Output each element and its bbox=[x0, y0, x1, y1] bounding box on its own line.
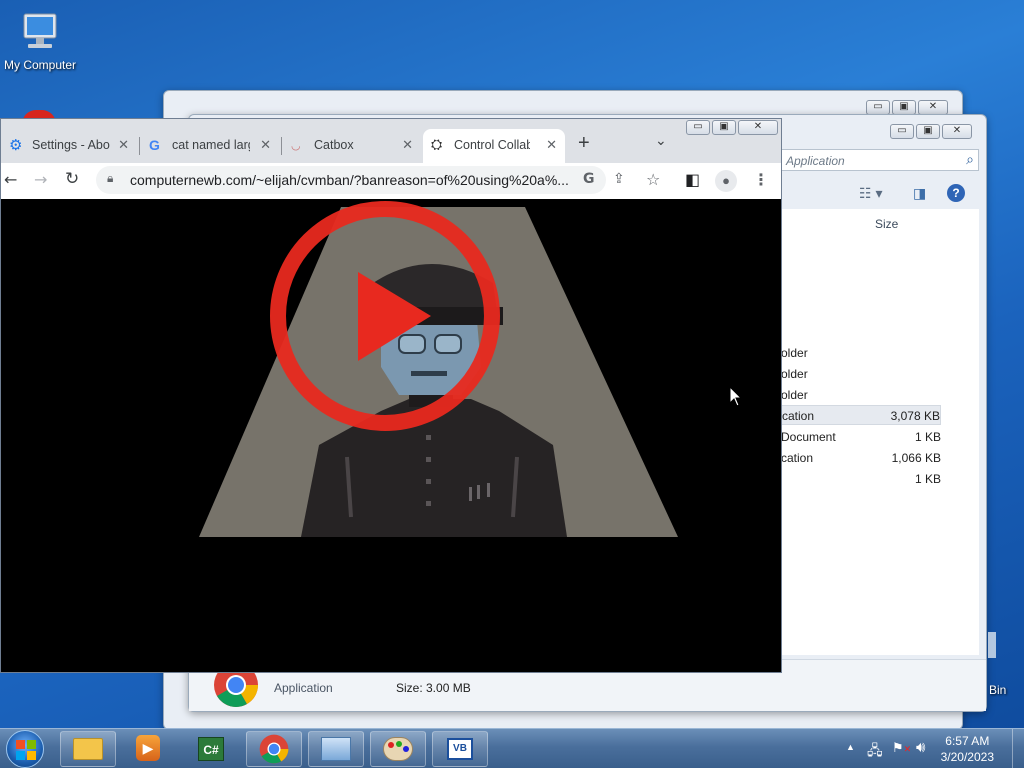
show-desktop-button[interactable] bbox=[1012, 729, 1024, 768]
tab-control-collab[interactable]: ⛭ Control Collab ✕ bbox=[423, 129, 565, 163]
visual-basic-icon: VB bbox=[447, 738, 473, 760]
minimize-button[interactable]: ▭ bbox=[890, 124, 914, 139]
minimize-button[interactable]: ▭ bbox=[866, 100, 890, 115]
explorer-toolbar: ☷ ▾ ◨ ? bbox=[781, 181, 979, 207]
forward-icon[interactable]: → bbox=[34, 170, 47, 189]
computer-icon bbox=[23, 13, 57, 48]
folder-icon bbox=[73, 738, 103, 760]
browser-toolbar: ← → ↻ 🔒︎ computernewb.com/~elijah/cvmban… bbox=[1, 163, 781, 199]
tab-search-icon[interactable]: ⌄ bbox=[655, 133, 667, 149]
action-center-icon[interactable]: ⚑✕ bbox=[892, 740, 911, 756]
recycle-bin-label: Bin bbox=[989, 683, 1007, 697]
url-text: computernewb.com/~elijah/cvmban/?banreas… bbox=[130, 172, 569, 188]
side-panel-icon[interactable]: ◧ bbox=[685, 170, 700, 189]
bookmark-star-icon[interactable]: ☆ bbox=[646, 170, 660, 189]
file-row[interactable]: older bbox=[781, 364, 941, 384]
paint-palette-icon bbox=[383, 737, 413, 761]
mouse-cursor-icon bbox=[729, 386, 743, 407]
windows-logo-icon bbox=[16, 740, 36, 760]
lock-icon: 🔒︎ bbox=[107, 171, 114, 185]
close-button[interactable]: ✕ bbox=[918, 100, 948, 115]
help-icon[interactable]: ? bbox=[947, 184, 965, 202]
file-list: Size older older older cation 3,078 KB Do… bbox=[781, 209, 979, 655]
share-icon[interactable]: ⇪ bbox=[613, 171, 625, 187]
taskbar: ▶ C# VB ▲ 🖧︎ ⚑✕ 🔊︎ 6:57 AM 3/20/2023 bbox=[0, 728, 1024, 768]
tab-strip: ⚙ Settings - Abo ✕ G cat named larg ✕ ◡ … bbox=[1, 119, 781, 163]
preview-pane-icon[interactable]: ◨ bbox=[913, 185, 926, 202]
tab-google-search[interactable]: G cat named larg ✕ bbox=[141, 129, 279, 163]
file-row[interactable]: cation 1,066 KB bbox=[781, 448, 941, 468]
close-tab-button[interactable]: ✕ bbox=[546, 137, 557, 153]
csharp-icon: C# bbox=[198, 737, 224, 761]
catbox-icon: ◡ bbox=[291, 140, 301, 152]
video-thumbnail[interactable] bbox=[1, 199, 781, 673]
taskbar-control-panel-button[interactable] bbox=[308, 731, 364, 767]
taskbar-explorer-button[interactable] bbox=[60, 731, 116, 767]
maximize-button[interactable]: ▣ bbox=[892, 100, 916, 115]
tab-settings[interactable]: ⚙ Settings - Abo ✕ bbox=[1, 129, 137, 163]
file-row[interactable]: cation 3,078 KB bbox=[781, 405, 941, 425]
clock-date: 3/20/2023 bbox=[940, 750, 994, 764]
address-bar[interactable]: 🔒︎ computernewb.com/~elijah/cvmban/?banr… bbox=[96, 166, 606, 194]
network-icon[interactable]: 🖧︎ bbox=[867, 740, 883, 764]
taskbar-csharp-button[interactable]: C# bbox=[190, 733, 230, 765]
view-options-icon[interactable]: ☷ ▾ bbox=[859, 185, 882, 202]
page-content[interactable] bbox=[1, 199, 781, 673]
taskbar-chrome-button[interactable] bbox=[246, 731, 302, 767]
menu-icon[interactable]: ⋮ bbox=[753, 170, 769, 189]
reload-icon[interactable]: ↻ bbox=[65, 169, 79, 189]
google-lens-icon[interactable]: G bbox=[583, 171, 595, 187]
taskbar-paint-button[interactable] bbox=[370, 731, 426, 767]
taskbar-media-player-button[interactable]: ▶ bbox=[130, 733, 166, 765]
profile-avatar-icon[interactable]: ● bbox=[715, 170, 737, 192]
start-button[interactable] bbox=[6, 730, 44, 768]
search-box[interactable]: Application ⌕ bbox=[781, 149, 979, 171]
search-placeholder: Application bbox=[786, 154, 845, 168]
chrome-window[interactable]: ⚙ Settings - Abo ✕ G cat named larg ✕ ◡ … bbox=[0, 118, 782, 673]
media-player-icon: ▶ bbox=[136, 735, 160, 761]
new-tab-button[interactable]: + bbox=[578, 132, 590, 155]
show-hidden-icons-icon[interactable]: ▲ bbox=[846, 742, 855, 752]
control-panel-icon bbox=[321, 737, 351, 761]
close-tab-button[interactable]: ✕ bbox=[402, 137, 413, 153]
tab-catbox[interactable]: ◡ Catbox ✕ bbox=[283, 129, 421, 163]
tab-separator bbox=[281, 137, 282, 155]
close-tab-button[interactable]: ✕ bbox=[118, 137, 129, 153]
file-row[interactable]: older bbox=[781, 343, 941, 363]
clock-time: 6:57 AM bbox=[945, 734, 990, 748]
maximize-button[interactable]: ▣ bbox=[712, 120, 736, 135]
minimize-button[interactable]: ▭ bbox=[686, 120, 710, 135]
volume-icon[interactable]: 🔊︎ bbox=[916, 739, 925, 756]
tab-separator bbox=[139, 137, 140, 155]
close-button[interactable]: ✕ bbox=[738, 120, 778, 135]
recycle-bin-desktop-icon[interactable]: Bin bbox=[988, 632, 1024, 702]
close-tab-button[interactable]: ✕ bbox=[260, 137, 271, 153]
clock[interactable]: 6:57 AM 3/20/2023 bbox=[941, 733, 994, 765]
my-computer-label: My Computer bbox=[3, 58, 77, 72]
file-row[interactable]: Document 1 KB bbox=[781, 427, 941, 447]
google-icon: G bbox=[149, 137, 160, 153]
back-icon[interactable]: ← bbox=[4, 170, 17, 189]
gear-icon: ⚙ bbox=[9, 137, 23, 154]
close-button[interactable]: ✕ bbox=[942, 124, 972, 139]
collab-vm-icon: ⛭ bbox=[431, 136, 443, 152]
details-size: Size: 3.00 MB bbox=[396, 681, 471, 695]
file-row[interactable]: 1 KB bbox=[781, 469, 941, 489]
taskbar-vb-button[interactable]: VB bbox=[432, 731, 488, 767]
my-computer-desktop-icon[interactable]: My Computer bbox=[0, 8, 80, 72]
recycle-bin-icon bbox=[988, 632, 996, 658]
file-row[interactable]: older bbox=[781, 385, 941, 405]
search-icon: ⌕ bbox=[966, 151, 974, 167]
chrome-icon bbox=[259, 734, 289, 764]
size-column-header[interactable]: Size bbox=[875, 217, 898, 231]
details-type: Application bbox=[274, 681, 333, 695]
maximize-button[interactable]: ▣ bbox=[916, 124, 940, 139]
